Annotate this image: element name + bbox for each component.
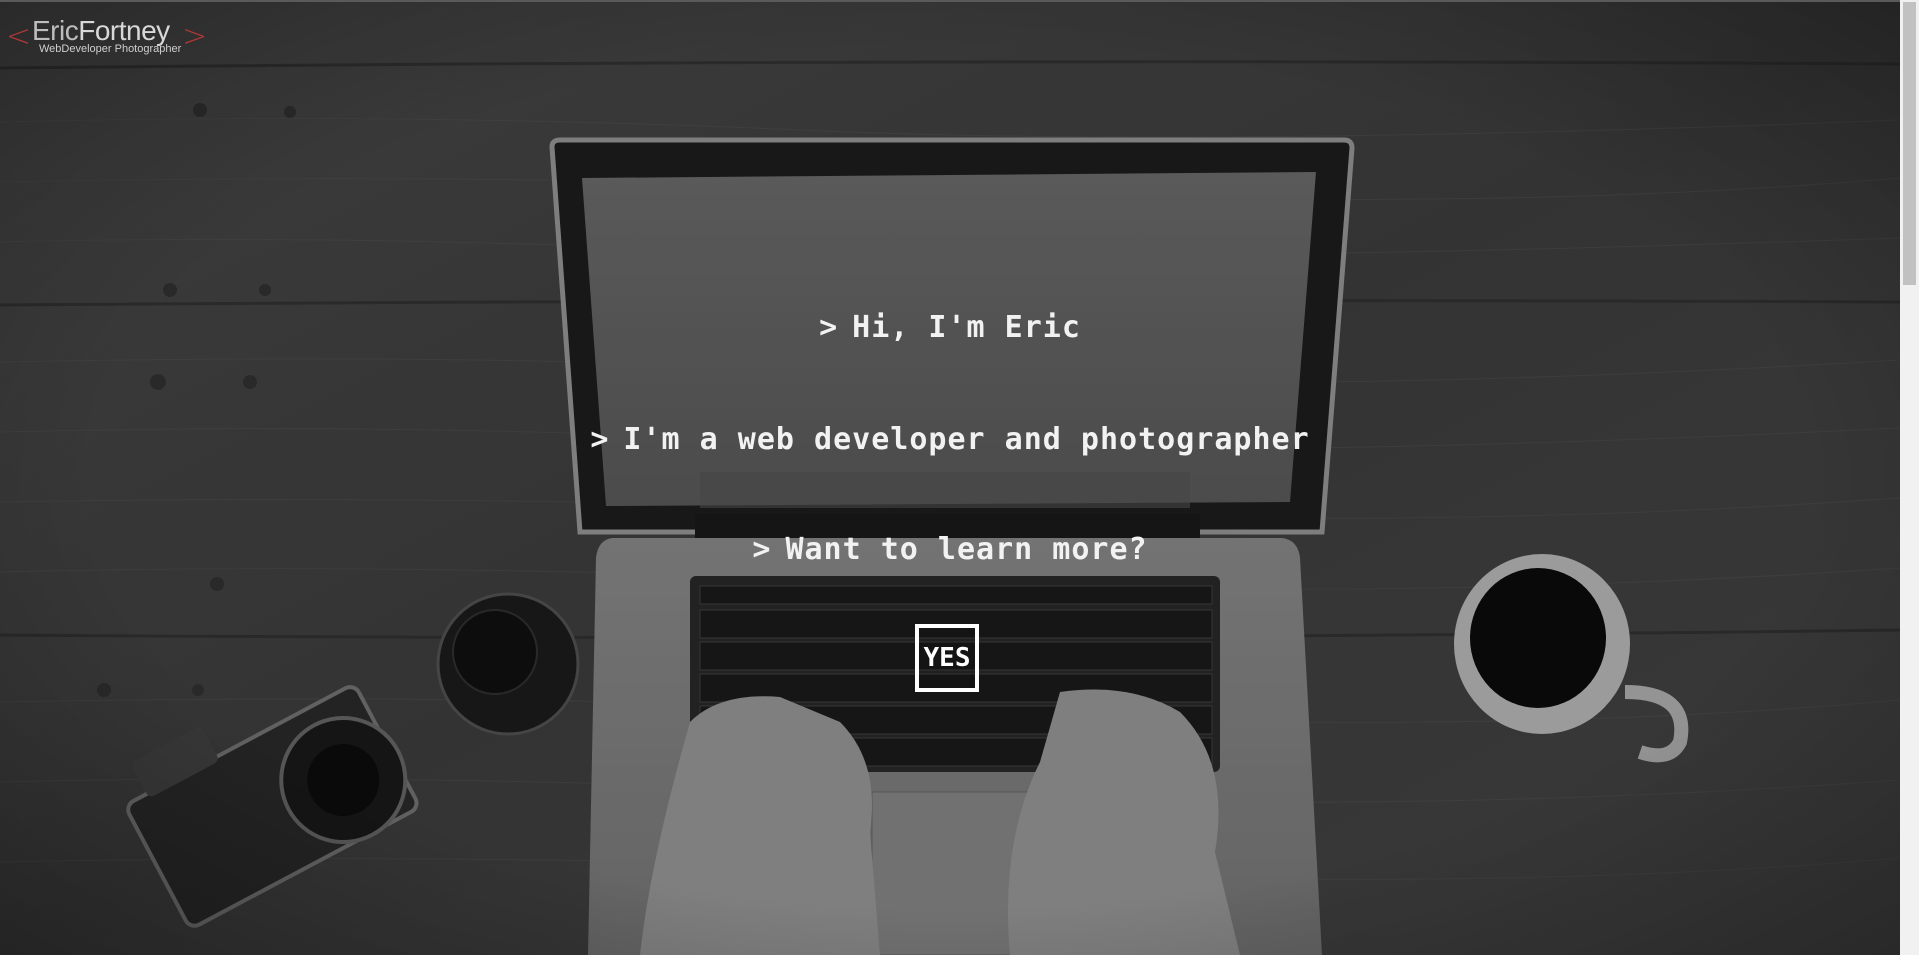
terminal-line-text: Hi, I'm Eric xyxy=(852,310,1081,345)
site-logo[interactable]: < EricFortney > WebDeveloper Photographe… xyxy=(6,16,208,56)
logo-last-name: Fortney xyxy=(78,15,170,46)
terminal-line-text: Want to learn more? xyxy=(785,532,1148,567)
logo-name: EricFortney xyxy=(32,16,170,46)
yes-button[interactable]: YES xyxy=(915,624,979,692)
prompt-icon: > xyxy=(752,532,772,567)
terminal-line-text: I'm a web developer and photographer xyxy=(623,422,1310,457)
vertical-scrollbar[interactable] xyxy=(1900,0,1919,955)
terminal-line-3: > Want to learn more? xyxy=(0,532,1900,567)
prompt-icon: > xyxy=(819,310,839,345)
prompt-icon: > xyxy=(590,422,610,457)
hero-section: < EricFortney > WebDeveloper Photographe… xyxy=(0,2,1900,955)
terminal-line-1: > Hi, I'm Eric xyxy=(0,310,1900,345)
logo-right-bracket: > xyxy=(182,19,208,54)
logo-tagline: WebDeveloper Photographer xyxy=(39,43,182,55)
logo-first-name: Eric xyxy=(32,15,79,46)
background-photo xyxy=(0,2,1900,955)
scrollbar-thumb[interactable] xyxy=(1903,2,1916,285)
logo-left-bracket: < xyxy=(6,19,32,54)
terminal-line-2: > I'm a web developer and photographer xyxy=(0,422,1900,457)
